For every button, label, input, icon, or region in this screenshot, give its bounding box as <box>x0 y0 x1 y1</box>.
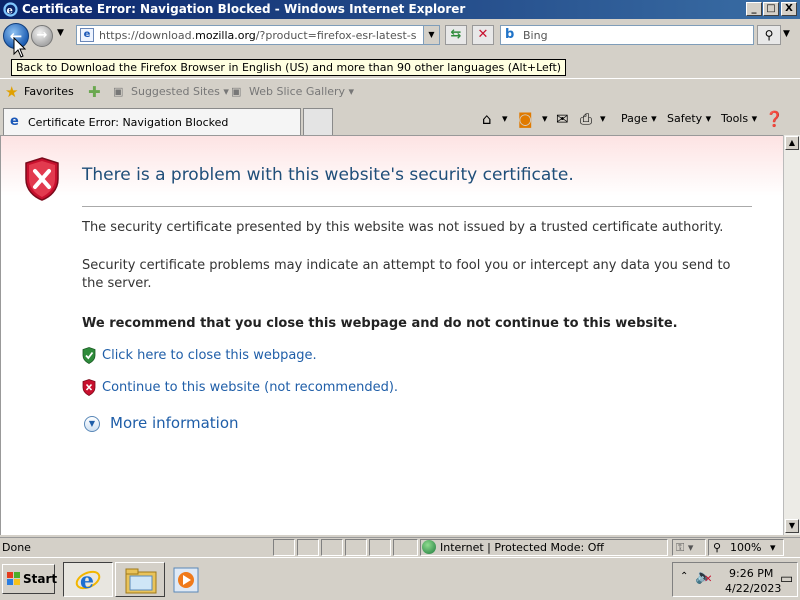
status-cell <box>273 539 295 556</box>
maximize-button[interactable]: □ <box>763 2 779 16</box>
svg-text:e: e <box>7 6 13 17</box>
favorites-button[interactable]: Favorites <box>24 85 74 98</box>
home-dropdown[interactable]: ▾ <box>502 112 508 125</box>
page-content <box>0 135 783 535</box>
close-window-button[interactable]: X <box>781 2 797 16</box>
mouse-cursor-icon <box>13 37 27 58</box>
status-cell <box>369 539 391 556</box>
scroll-down-arrow[interactable]: ▼ <box>785 519 799 533</box>
add-favorites-icon[interactable]: ✚ <box>88 83 101 101</box>
tab-label: Certificate Error: Navigation Blocked <box>28 116 229 129</box>
zoom-icon: ⚲ <box>713 541 722 554</box>
ie-icon: e <box>75 568 101 594</box>
search-button[interactable]: ⚲ <box>757 25 781 45</box>
divider <box>82 206 752 207</box>
clock-time[interactable]: 9:26 PM <box>729 567 773 580</box>
media-player-icon <box>173 567 199 593</box>
green-shield-icon <box>82 347 96 364</box>
status-text: Done <box>2 541 31 554</box>
status-bar: Done Internet | Protected Mode: Off ⚿ ▾ … <box>0 537 800 557</box>
suggested-sites-icon: ▣ <box>113 85 124 98</box>
navigation-bar: ← → ▼ e https://download.mozilla.org/?pr… <box>0 19 800 52</box>
continue-to-website-link[interactable]: Continue to this website (not recommende… <box>102 380 398 395</box>
print-dropdown[interactable]: ▾ <box>600 112 606 125</box>
mute-indicator-icon: ✕ <box>704 574 713 585</box>
close-webpage-link[interactable]: Click here to close this webpage. <box>102 348 317 363</box>
safety-menu[interactable]: Safety ▾ <box>667 112 711 125</box>
refresh-button[interactable]: ⇆ <box>445 25 467 45</box>
status-cell <box>393 539 418 556</box>
page-menu[interactable]: Page ▾ <box>621 112 657 125</box>
show-desktop-icon[interactable]: ▭ <box>780 571 793 587</box>
security-warning-message: Security certificate problems may indica… <box>82 258 731 291</box>
expand-chevron-icon[interactable]: ▼ <box>84 416 100 432</box>
status-cell <box>297 539 319 556</box>
lock-icon: ⚿ ▾ <box>676 541 694 554</box>
scroll-up-arrow[interactable]: ▲ <box>785 136 799 150</box>
stop-button[interactable]: ✕ <box>472 25 494 45</box>
start-button[interactable]: Start <box>2 564 58 594</box>
feeds-icon[interactable]: ◙ <box>518 110 533 128</box>
red-shield-icon <box>82 379 96 396</box>
page-icon: e <box>80 28 94 42</box>
search-options-dropdown[interactable]: ▼ <box>783 29 790 39</box>
taskbar-media-player[interactable] <box>170 566 200 594</box>
page-title: There is a problem with this website's s… <box>82 165 574 185</box>
print-icon[interactable]: ⎙ <box>580 110 592 128</box>
help-icon[interactable]: ❓ <box>765 110 784 128</box>
tools-menu[interactable]: Tools ▾ <box>721 112 757 125</box>
address-bar[interactable]: e https://download.mozilla.org/?product=… <box>76 25 440 45</box>
title-bar: e Certificate Error: Navigation Blocked … <box>0 0 800 19</box>
taskbar-windows-explorer[interactable] <box>115 562 165 597</box>
taskbar: Start e ⌃ 🔈 ✕ 9:26 PM 4/22/2023 ▭ <box>0 557 800 600</box>
more-information-link[interactable]: More information <box>110 414 239 432</box>
vertical-scrollbar[interactable]: ▲ ▼ <box>783 135 800 535</box>
favorites-star-icon: ★ <box>5 83 19 101</box>
show-hidden-icons[interactable]: ⌃ <box>680 571 688 582</box>
web-slice-gallery-link[interactable]: Web Slice Gallery ▾ <box>249 85 354 98</box>
read-mail-icon[interactable]: ✉ <box>556 110 569 128</box>
search-box[interactable]: b Bing <box>500 25 754 45</box>
address-url[interactable]: https://download.mozilla.org/?product=fi… <box>99 29 417 42</box>
home-icon[interactable]: ⌂ <box>482 110 492 128</box>
search-input[interactable]: Bing <box>523 29 548 42</box>
address-dropdown[interactable]: ▼ <box>423 26 439 44</box>
recent-pages-dropdown[interactable]: ▼ <box>57 28 64 38</box>
bing-icon: b <box>505 27 515 42</box>
status-cell <box>345 539 367 556</box>
forward-button[interactable]: → <box>31 25 53 47</box>
search-icon: ⚲ <box>764 28 774 42</box>
back-tooltip: Back to Download the Firefox Browser in … <box>11 59 567 76</box>
certificate-issuer-message: The security certificate presented by th… <box>82 220 724 235</box>
web-slice-icon: ▣ <box>231 85 242 98</box>
taskbar-internet-explorer[interactable]: e <box>63 562 113 597</box>
recommendation-text: We recommend that you close this webpage… <box>82 316 678 331</box>
security-zone-text: Internet | Protected Mode: Off <box>440 541 604 554</box>
svg-text:e: e <box>80 568 94 594</box>
suggested-sites-link[interactable]: Suggested Sites ▾ <box>131 85 229 98</box>
internet-zone-icon <box>422 540 436 554</box>
ie-icon: e <box>3 2 18 17</box>
error-shield-icon <box>25 157 59 201</box>
new-tab-button[interactable] <box>303 108 333 135</box>
windows-flag-icon <box>7 572 20 585</box>
minimize-button[interactable]: _ <box>746 2 762 16</box>
zoom-level[interactable]: 100% <box>730 541 761 554</box>
forward-arrow-icon: → <box>36 28 48 43</box>
tab-certificate-error[interactable]: e Certificate Error: Navigation Blocked <box>3 108 301 135</box>
start-label: Start <box>23 572 58 586</box>
window-title: Certificate Error: Navigation Blocked - … <box>22 2 466 16</box>
zoom-dropdown[interactable]: ▾ <box>770 541 776 554</box>
tab-page-icon: e <box>10 114 19 129</box>
folder-icon <box>125 568 157 594</box>
feeds-dropdown[interactable]: ▾ <box>542 112 548 125</box>
clock-date[interactable]: 4/22/2023 <box>725 582 781 595</box>
favorites-bar: ★ Favorites ✚ ▣ Suggested Sites ▾ ▣ Web … <box>0 78 800 105</box>
tab-row: e Certificate Error: Navigation Blocked … <box>0 105 800 135</box>
status-cell <box>321 539 343 556</box>
